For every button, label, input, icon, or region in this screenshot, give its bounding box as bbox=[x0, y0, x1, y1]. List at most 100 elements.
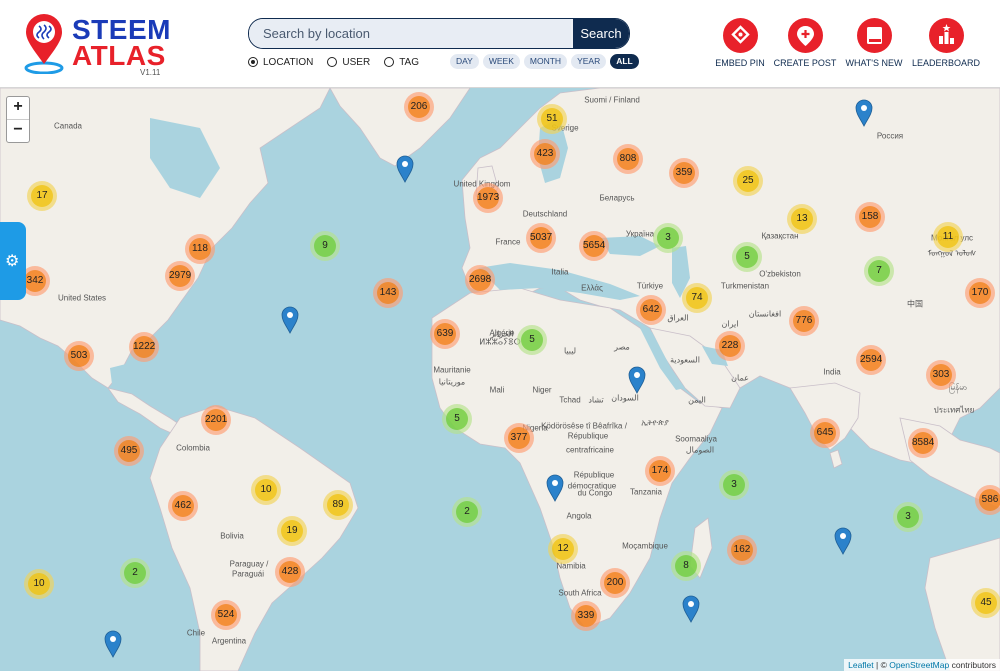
create-post-button[interactable]: CREATE POST bbox=[765, 18, 845, 68]
search-input[interactable] bbox=[249, 19, 571, 48]
post-cluster-marker[interactable]: 2 bbox=[120, 558, 150, 588]
map-pin-icon[interactable] bbox=[104, 630, 122, 658]
radio-indicator[interactable] bbox=[384, 57, 395, 67]
post-cluster-marker[interactable]: 11 bbox=[933, 222, 963, 252]
map-land bbox=[0, 88, 1000, 671]
post-cluster-marker[interactable]: 339 bbox=[571, 601, 601, 631]
search-mode-location[interactable]: LOCATION bbox=[248, 57, 313, 68]
post-cluster-marker[interactable]: 5 bbox=[442, 404, 472, 434]
period-day[interactable]: DAY bbox=[450, 54, 479, 69]
post-cluster-marker[interactable]: 118 bbox=[185, 234, 215, 264]
post-cluster-marker[interactable]: 2594 bbox=[856, 345, 886, 375]
post-cluster-marker[interactable]: 174 bbox=[645, 456, 675, 486]
post-cluster-marker[interactable]: 5037 bbox=[526, 223, 556, 253]
post-cluster-marker[interactable]: 12 bbox=[548, 534, 578, 564]
radio-indicator[interactable] bbox=[327, 57, 338, 67]
osm-link[interactable]: OpenStreetMap bbox=[889, 660, 949, 670]
post-cluster-marker[interactable]: 9 bbox=[310, 231, 340, 261]
cluster-count: 2698 bbox=[469, 269, 491, 291]
post-cluster-marker[interactable]: 503 bbox=[64, 341, 94, 371]
post-cluster-marker[interactable]: 2698 bbox=[465, 265, 495, 295]
cluster-count: 8 bbox=[675, 555, 697, 577]
post-cluster-marker[interactable]: 2979 bbox=[165, 261, 195, 291]
post-cluster-marker[interactable]: 5654 bbox=[579, 231, 609, 261]
post-cluster-marker[interactable]: 428 bbox=[275, 557, 305, 587]
post-cluster-marker[interactable]: 45 bbox=[971, 588, 1000, 618]
post-cluster-marker[interactable]: 776 bbox=[789, 306, 819, 336]
post-cluster-marker[interactable]: 303 bbox=[926, 360, 956, 390]
what-s-new-button[interactable]: WHAT'S NEW bbox=[834, 18, 914, 68]
post-cluster-marker[interactable]: 51 bbox=[537, 104, 567, 134]
map-pin-icon[interactable] bbox=[628, 366, 646, 394]
post-cluster-marker[interactable]: 1973 bbox=[473, 183, 503, 213]
leaderboard-button[interactable]: LEADERBOARD bbox=[906, 18, 986, 68]
period-week[interactable]: WEEK bbox=[482, 54, 520, 69]
post-cluster-marker[interactable]: 7 bbox=[864, 256, 894, 286]
post-cluster-marker[interactable]: 8 bbox=[671, 551, 701, 581]
post-cluster-marker[interactable]: 645 bbox=[810, 418, 840, 448]
leaflet-link[interactable]: Leaflet bbox=[848, 660, 874, 670]
post-cluster-marker[interactable]: 642 bbox=[636, 295, 666, 325]
radio-indicator[interactable] bbox=[248, 57, 258, 67]
period-year[interactable]: YEAR bbox=[571, 54, 607, 69]
map-pin-icon[interactable] bbox=[855, 99, 873, 127]
post-cluster-marker[interactable]: 639 bbox=[430, 319, 460, 349]
leaderboard-icon bbox=[928, 18, 964, 53]
post-cluster-marker[interactable]: 3 bbox=[719, 470, 749, 500]
post-cluster-marker[interactable]: 359 bbox=[669, 158, 699, 188]
post-cluster-marker[interactable]: 808 bbox=[613, 144, 643, 174]
post-cluster-marker[interactable]: 89 bbox=[323, 490, 353, 520]
post-cluster-marker[interactable]: 462 bbox=[168, 491, 198, 521]
post-cluster-marker[interactable]: 8584 bbox=[908, 428, 938, 458]
map-pin-icon[interactable] bbox=[682, 595, 700, 623]
post-cluster-marker[interactable]: 495 bbox=[114, 436, 144, 466]
post-cluster-marker[interactable]: 200 bbox=[600, 568, 630, 598]
post-cluster-marker[interactable]: 377 bbox=[504, 423, 534, 453]
post-cluster-marker[interactable]: 25 bbox=[733, 166, 763, 196]
search-mode-user[interactable]: USER bbox=[327, 57, 370, 68]
post-cluster-marker[interactable]: 228 bbox=[715, 331, 745, 361]
post-cluster-marker[interactable]: 586 bbox=[975, 485, 1000, 515]
map-pin-icon[interactable] bbox=[281, 306, 299, 334]
cluster-count: 586 bbox=[979, 489, 1000, 511]
cluster-count: 642 bbox=[640, 299, 662, 321]
post-cluster-marker[interactable]: 10 bbox=[24, 569, 54, 599]
world-map[interactable]: Canada United States Suomi / Finland Sverig… bbox=[0, 88, 1000, 671]
post-cluster-marker[interactable]: 206 bbox=[404, 92, 434, 122]
period-all[interactable]: ALL bbox=[610, 54, 639, 69]
post-cluster-marker[interactable]: 3 bbox=[893, 502, 923, 532]
post-cluster-marker[interactable]: 162 bbox=[727, 535, 757, 565]
place-label: Беларусь bbox=[599, 193, 635, 203]
post-cluster-marker[interactable]: 19 bbox=[277, 516, 307, 546]
cluster-count: 359 bbox=[673, 162, 695, 184]
post-cluster-marker[interactable]: 423 bbox=[530, 139, 560, 169]
period-month[interactable]: MONTH bbox=[523, 54, 568, 69]
zoom-out-button[interactable]: − bbox=[7, 119, 29, 142]
map-pin-icon[interactable] bbox=[834, 527, 852, 555]
steem-atlas-logo[interactable]: STEEM ATLAS V1.11 bbox=[22, 10, 172, 80]
post-cluster-marker[interactable]: 524 bbox=[211, 600, 241, 630]
map-pin-icon[interactable] bbox=[396, 155, 414, 183]
search-button[interactable]: Search bbox=[573, 19, 629, 48]
post-cluster-marker[interactable]: 3 bbox=[653, 223, 683, 253]
place-label: Soomaaliya bbox=[675, 434, 717, 444]
map-pin-icon[interactable] bbox=[546, 474, 564, 502]
place-label: ایران bbox=[721, 319, 739, 329]
post-cluster-marker[interactable]: 2201 bbox=[201, 405, 231, 435]
post-cluster-marker[interactable]: 5 bbox=[517, 325, 547, 355]
post-cluster-marker[interactable]: 5 bbox=[732, 242, 762, 272]
post-cluster-marker[interactable]: 17 bbox=[27, 181, 57, 211]
place-label: Niger bbox=[532, 385, 552, 395]
zoom-in-button[interactable]: + bbox=[7, 97, 29, 119]
settings-panel-toggle[interactable]: ⚙ bbox=[0, 222, 26, 300]
post-cluster-marker[interactable]: 158 bbox=[855, 202, 885, 232]
post-cluster-marker[interactable]: 1222 bbox=[129, 332, 159, 362]
post-cluster-marker[interactable]: 13 bbox=[787, 204, 817, 234]
post-cluster-marker[interactable]: 143 bbox=[373, 278, 403, 308]
post-cluster-marker[interactable]: 74 bbox=[682, 283, 712, 313]
place-label: République bbox=[567, 431, 609, 441]
post-cluster-marker[interactable]: 170 bbox=[965, 278, 995, 308]
post-cluster-marker[interactable]: 10 bbox=[251, 475, 281, 505]
search-mode-tag[interactable]: TAG bbox=[384, 57, 419, 68]
post-cluster-marker[interactable]: 2 bbox=[452, 497, 482, 527]
